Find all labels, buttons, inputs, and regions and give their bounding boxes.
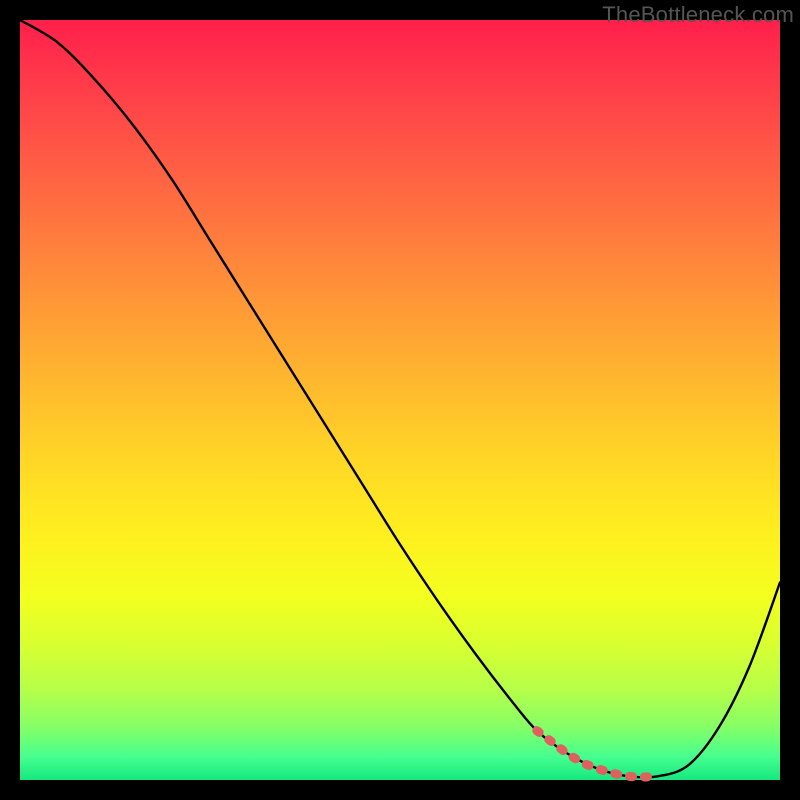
optimal-range-highlight xyxy=(537,731,659,777)
bottleneck-curve xyxy=(20,20,780,777)
chart-overlay xyxy=(20,20,780,780)
chart-frame: TheBottleneck.com xyxy=(0,0,800,800)
